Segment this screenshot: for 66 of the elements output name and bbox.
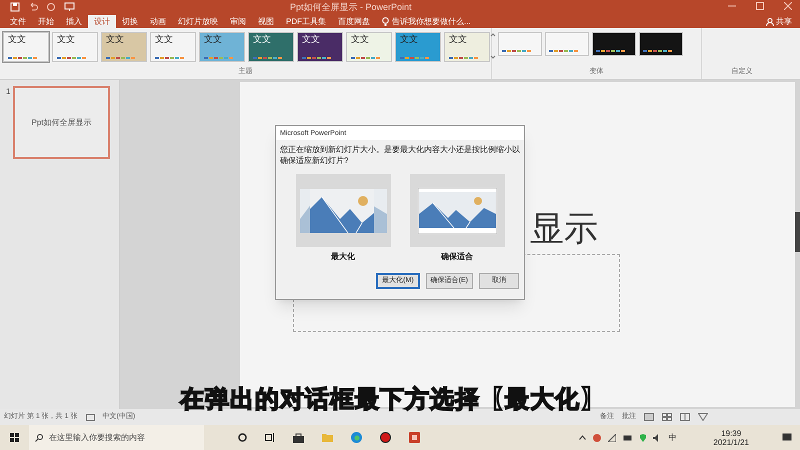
clock-date: 2021/1/21 <box>713 438 749 446</box>
slide-number: 1 <box>6 86 11 98</box>
network-icon[interactable] <box>608 434 616 442</box>
theme-thumbnail[interactable]: 文文 <box>395 32 441 62</box>
tell-me-field[interactable]: 告诉我你想要做什么... <box>392 15 471 28</box>
reading-view-icon[interactable] <box>680 413 690 421</box>
browser-icon[interactable] <box>351 432 362 443</box>
ribbon-tab[interactable]: PDF工具集 <box>280 15 332 28</box>
powerpoint-app-icon[interactable] <box>409 432 420 443</box>
dialog-message: 您正在缩放到新幻灯片大小。是要最大化内容大小还是按比例缩小以确保适应新幻灯片? <box>279 144 521 167</box>
scaled-picture-icon[interactable] <box>300 188 386 232</box>
ribbon-tab[interactable]: 动画 <box>144 15 172 28</box>
lightbulb-icon <box>382 17 389 26</box>
fitted-picture-icon[interactable] <box>418 188 496 234</box>
variant-thumbnail[interactable] <box>498 32 542 56</box>
ime-indicator[interactable]: 中 <box>668 432 676 444</box>
ribbon-tab[interactable]: 审阅 <box>224 15 252 28</box>
person-icon <box>766 18 774 26</box>
ribbon-tab[interactable]: 设计 <box>88 15 116 28</box>
variant-thumbnail[interactable] <box>639 32 683 56</box>
gallery-scroll-icon[interactable] <box>490 32 496 60</box>
variant-thumbnail[interactable] <box>545 32 589 56</box>
option-label: 确保适合 <box>441 251 473 263</box>
ribbon-tab[interactable]: 文件 <box>4 15 32 28</box>
variant-thumbnail[interactable] <box>592 32 636 56</box>
normal-view-icon[interactable] <box>644 413 654 421</box>
theme-thumbnail[interactable]: 文文 <box>346 32 392 62</box>
ribbon-tab[interactable]: 百度网盘 <box>332 15 376 28</box>
ribbon-tab[interactable]: 切换 <box>116 15 144 28</box>
ribbon-tab[interactable]: 开始 <box>32 15 60 28</box>
slide-title: 显示 <box>530 209 598 250</box>
slideshow-icon[interactable] <box>64 2 75 12</box>
store-bag-icon[interactable] <box>293 432 304 442</box>
maximize-icon[interactable] <box>756 2 764 10</box>
undo-icon[interactable] <box>28 2 38 12</box>
theme-thumbnail[interactable]: 文文 <box>248 32 294 62</box>
window-title: Ppt如何全屏显示 - PowerPoint <box>290 1 412 14</box>
theme-thumbnail[interactable]: 文文 <box>297 32 343 62</box>
cortana-icon[interactable] <box>238 433 247 442</box>
ribbon-tab[interactable]: 视图 <box>252 15 280 28</box>
option-label: 最大化 <box>331 251 355 263</box>
save-icon[interactable] <box>10 2 20 12</box>
sorter-view-icon[interactable] <box>662 413 672 421</box>
theme-thumbnail[interactable]: 文文 <box>150 32 196 62</box>
record-icon[interactable] <box>380 432 391 443</box>
theme-thumbnail[interactable]: 文文 <box>444 32 490 62</box>
theme-thumbnail[interactable]: 文文 <box>3 32 49 62</box>
share-button[interactable]: 共享 <box>766 16 792 28</box>
theme-thumbnail[interactable]: 文文 <box>101 32 147 62</box>
windows-start-icon[interactable] <box>10 433 19 442</box>
theme-thumbnail[interactable]: 文文 <box>199 32 245 62</box>
chevron-up-icon[interactable] <box>579 435 586 440</box>
scrollbar-thumb[interactable] <box>795 212 800 252</box>
close-icon[interactable] <box>784 2 792 10</box>
clock-time: 19:39 <box>721 428 742 438</box>
search-icon <box>35 434 43 442</box>
shield-icon[interactable] <box>640 434 646 442</box>
clock[interactable]: 19:39 2021/1/21 <box>713 428 749 446</box>
search-field[interactable]: 在这里输入你要搜索的内容 <box>29 425 204 450</box>
ribbon-tab[interactable]: 插入 <box>60 15 88 28</box>
video-caption: 在弹出的对话框最下方选择【最大化】 <box>180 385 605 413</box>
task-view-icon[interactable] <box>265 433 275 442</box>
slideshow-view-icon[interactable] <box>698 413 708 421</box>
theme-thumbnail[interactable]: 文文 <box>52 32 98 62</box>
ribbon-tab[interactable]: 幻灯片放映 <box>172 15 224 28</box>
slide-thumbnail[interactable]: Ppt如何全屏显示 <box>13 86 110 159</box>
